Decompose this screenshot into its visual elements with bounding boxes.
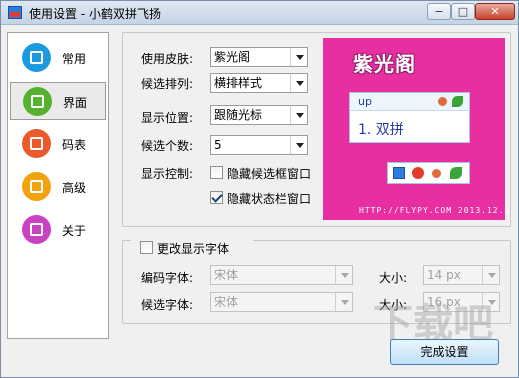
change-font-label[interactable]: 更改显示字体: [157, 240, 229, 257]
chevron-down-icon: [290, 136, 307, 154]
skin-label: 使用皮肤:: [141, 52, 194, 66]
sidebar-item-label: 高级: [62, 181, 87, 195]
layout-label: 候选排列:: [141, 77, 194, 91]
candidate-code: up: [358, 95, 372, 108]
orange-dot-icon: [438, 97, 447, 106]
chevron-down-icon: [335, 293, 352, 311]
interface-icon: [23, 87, 52, 116]
hide-status-label[interactable]: 隐藏状态栏窗口: [227, 190, 311, 207]
skin-value: 紫光阁: [214, 50, 251, 64]
layout-value: 横排样式: [214, 76, 263, 90]
sidebar-item-label: 常用: [62, 52, 87, 66]
status-bar-preview: [387, 162, 470, 184]
leaf-icon: [450, 167, 462, 179]
window-title: 使用设置 - 小鹤双拼飞扬: [29, 7, 161, 21]
codetable-icon: [22, 129, 51, 158]
maximize-button[interactable]: □: [451, 3, 475, 20]
close-button[interactable]: ✕: [475, 3, 515, 20]
preview-footer: HTTP://FLYPY.COM 2013.12.8: [359, 206, 511, 215]
skin-preview: 紫光阁 up 1. 双拼 HTTP://FLYPY.COM 2013.12.8: [323, 38, 509, 220]
chevron-down-icon: [482, 293, 499, 311]
candidate-font-select[interactable]: 宋体: [210, 292, 353, 312]
skin-select[interactable]: 紫光阁: [210, 47, 308, 67]
count-value: 5: [214, 138, 222, 152]
chevron-down-icon: [290, 48, 307, 66]
sidebar-item-advanced[interactable]: 高级: [10, 168, 106, 206]
sidebar-item-label: 关于: [62, 224, 87, 238]
layout-select[interactable]: 横排样式: [210, 73, 308, 93]
candidate-font-label: 候选字体:: [141, 298, 194, 312]
code-font-value: 宋体: [214, 268, 239, 282]
minimize-button[interactable]: −: [427, 3, 451, 20]
candidate-size-label: 大小:: [379, 298, 408, 312]
control-label: 显示控制:: [141, 167, 194, 181]
code-size-select[interactable]: 14 px: [423, 265, 500, 285]
advanced-icon: [22, 172, 51, 201]
common-icon: [22, 43, 51, 72]
count-label: 候选个数:: [141, 139, 194, 153]
candidate-size-select[interactable]: 16 px: [423, 292, 500, 312]
code-font-select[interactable]: 宋体: [210, 265, 353, 285]
sidebar-item-codetable[interactable]: 码表: [10, 125, 106, 163]
candidate-window-preview: up 1. 双拼: [349, 92, 470, 143]
count-select[interactable]: 5: [210, 135, 308, 155]
hide-status-checkbox[interactable]: [210, 191, 223, 204]
sidebar-item-label: 码表: [62, 138, 87, 152]
chinese-mode-icon: [412, 167, 424, 179]
about-icon: [22, 215, 51, 244]
code-size-value: 14 px: [427, 268, 461, 282]
orange-dot-icon: [432, 169, 441, 178]
candidate-code-bar: up: [350, 93, 469, 111]
code-font-label: 编码字体:: [141, 271, 194, 285]
position-value: 跟随光标: [214, 108, 263, 122]
chevron-down-icon: [290, 74, 307, 92]
change-font-checkbox[interactable]: [140, 241, 153, 254]
title-bar: 使用设置 - 小鹤双拼飞扬 − □ ✕: [1, 1, 518, 25]
candidate-word: 1. 双拼: [358, 122, 404, 138]
position-label: 显示位置:: [141, 111, 194, 125]
chevron-down-icon: [482, 266, 499, 284]
app-icon: [8, 6, 22, 19]
chevron-down-icon: [290, 106, 307, 124]
hide-candidate-checkbox[interactable]: [210, 166, 223, 179]
sidebar-item-common[interactable]: 常用: [10, 39, 106, 77]
hide-candidate-label[interactable]: 隐藏候选框窗口: [227, 165, 311, 182]
app-logo-icon: [393, 167, 405, 179]
leaf-icon: [452, 96, 463, 107]
sidebar-item-about[interactable]: 关于: [10, 211, 106, 249]
candidate-size-value: 16 px: [427, 295, 461, 309]
candidate-font-value: 宋体: [214, 295, 239, 309]
position-select[interactable]: 跟随光标: [210, 105, 308, 125]
done-button[interactable]: 完成设置: [390, 339, 499, 365]
code-size-label: 大小:: [379, 271, 408, 285]
preview-title: 紫光阁: [353, 52, 416, 76]
sidebar-item-label: 界面: [63, 96, 88, 110]
chevron-down-icon: [335, 266, 352, 284]
settings-window: 使用设置 - 小鹤双拼飞扬 − □ ✕ 常用 界面 码表 高级 关于 使用皮肤:…: [0, 0, 519, 378]
sidebar: 常用 界面 码表 高级 关于: [7, 32, 109, 339]
sidebar-item-interface[interactable]: 界面: [10, 82, 106, 120]
